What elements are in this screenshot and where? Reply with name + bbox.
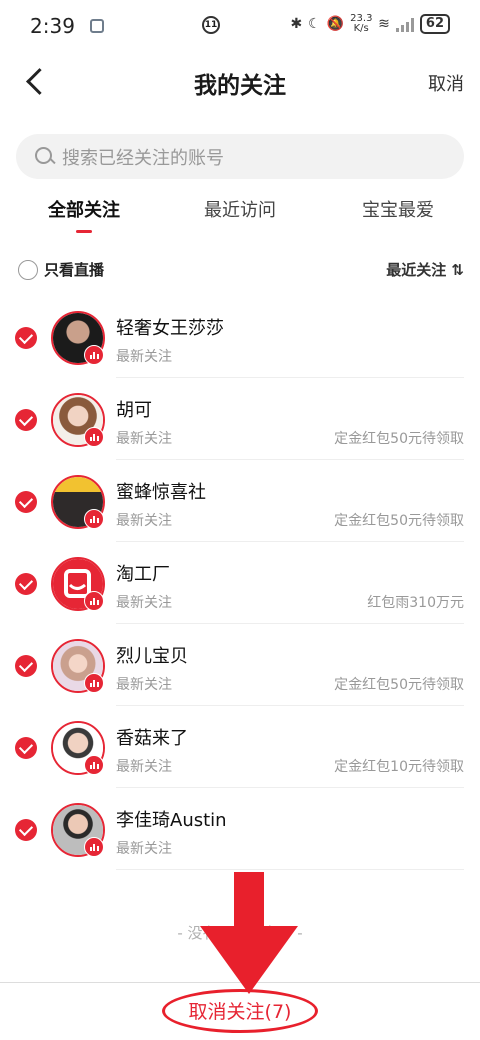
status-bar: 2:39 11 ✱ ☾ 🔕 23.3 K/s ≋ 62: [0, 0, 480, 52]
cancel-button[interactable]: 取消: [428, 70, 464, 96]
account-sub: 最新关注: [116, 841, 172, 857]
account-sub: 最新关注: [116, 513, 172, 529]
account-name: 轻奢女王莎莎: [116, 318, 224, 339]
tab-favorites[interactable]: 宝宝最爱: [362, 196, 434, 222]
search-placeholder: 搜索已经关注的账号: [62, 147, 224, 169]
selected-check-icon[interactable]: [15, 737, 37, 759]
live-badge-icon: [84, 837, 104, 857]
list-item[interactable]: 胡可 最新关注 定金红包50元待领取: [0, 378, 480, 460]
live-badge-icon: [84, 345, 104, 365]
live-badge-icon: [84, 427, 104, 447]
tab-label: 最近访问: [204, 200, 276, 221]
tab-recent-visits[interactable]: 最近访问: [204, 196, 276, 222]
status-time: 2:39: [30, 14, 75, 38]
account-name: 李佳琦Austin: [116, 810, 227, 831]
sort-button[interactable]: 最近关注 ⇅: [386, 259, 464, 280]
account-sub: 最新关注: [116, 349, 172, 365]
do-not-disturb-icon: ☾: [308, 16, 321, 32]
live-badge-icon: [84, 591, 104, 611]
account-name: 淘工厂: [116, 564, 170, 585]
live-badge-icon: [84, 509, 104, 529]
selected-check-icon[interactable]: [15, 409, 37, 431]
selected-check-icon[interactable]: [15, 491, 37, 513]
account-sub: 最新关注: [116, 759, 172, 775]
promo-text: 定金红包10元待领取: [334, 759, 464, 775]
list-item[interactable]: 轻奢女王莎莎 最新关注: [0, 296, 480, 378]
tab-bar: 全部关注 最近访问 宝宝最爱: [0, 196, 480, 236]
battery-icon: 62: [419, 14, 450, 34]
selected-check-icon[interactable]: [15, 819, 37, 841]
account-sub: 最新关注: [116, 431, 172, 447]
list-item[interactable]: 淘工厂 最新关注 红包雨310万元: [0, 542, 480, 624]
divider: [116, 869, 464, 870]
wifi-icon: ≋: [378, 16, 390, 32]
account-name: 烈儿宝贝: [116, 646, 188, 667]
list-item[interactable]: 蜜蜂惊喜社 最新关注 定金红包50元待领取: [0, 460, 480, 542]
live-badge-icon: [84, 755, 104, 775]
account-name: 蜜蜂惊喜社: [116, 482, 206, 503]
status-icons: ✱ ☾ 🔕 23.3 K/s ≋ 62: [290, 14, 450, 34]
signal-icon: [395, 16, 414, 32]
header: 我的关注 取消: [0, 52, 480, 112]
selected-check-icon[interactable]: [15, 573, 37, 595]
account-name: 香菇来了: [116, 728, 188, 749]
account-sub: 最新关注: [116, 677, 172, 693]
live-badge-icon: [84, 673, 104, 693]
net-speed: 23.3 K/s: [350, 13, 373, 34]
selected-check-icon[interactable]: [15, 327, 37, 349]
selected-check-icon[interactable]: [15, 655, 37, 677]
account-sub: 最新关注: [116, 595, 172, 611]
tab-label: 宝宝最爱: [362, 200, 434, 221]
account-list: 轻奢女王莎莎 最新关注 胡可 最新关注 定金红包50元待领取 蜜蜂惊喜社 最新关…: [0, 296, 480, 870]
tab-all-following[interactable]: 全部关注: [48, 196, 120, 233]
promo-text: 定金红包50元待领取: [334, 431, 464, 447]
search-icon: [34, 146, 56, 168]
notification-icon: 11: [202, 16, 220, 34]
annotation-arrow-icon: [200, 872, 298, 994]
live-only-checkbox[interactable]: [18, 260, 38, 280]
list-item[interactable]: 李佳琦Austin 最新关注: [0, 788, 480, 870]
tab-label: 全部关注: [48, 200, 120, 221]
list-item[interactable]: 香菇来了 最新关注 定金红包10元待领取: [0, 706, 480, 788]
promo-text: 定金红包50元待领取: [334, 513, 464, 529]
live-only-label[interactable]: 只看直播: [44, 259, 104, 280]
search-input[interactable]: 搜索已经关注的账号: [16, 134, 464, 179]
mute-icon: 🔕: [326, 16, 345, 32]
promo-text: 红包雨310万元: [367, 595, 464, 611]
filter-row: 只看直播 最近关注 ⇅: [18, 258, 464, 282]
page-title: 我的关注: [194, 73, 286, 99]
tab-active-indicator: [76, 230, 92, 233]
sim-icon: [90, 19, 104, 33]
account-name: 胡可: [116, 400, 152, 421]
list-item[interactable]: 烈儿宝贝 最新关注 定金红包50元待领取: [0, 624, 480, 706]
promo-text: 定金红包50元待领取: [334, 677, 464, 693]
bluetooth-icon: ✱: [290, 16, 303, 32]
